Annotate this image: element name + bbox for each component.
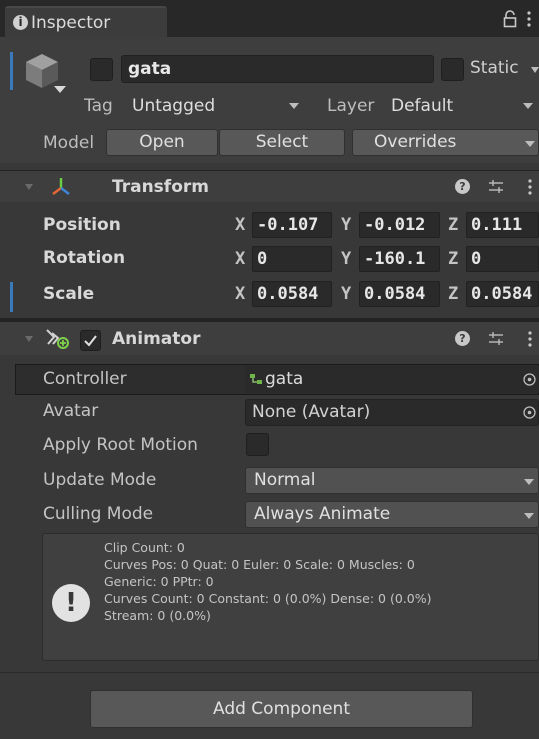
animator-info-text: Clip Count: 0 Curves Pos: 0 Quat: 0 Eule… (104, 539, 536, 624)
scale-z-axis[interactable]: Z (448, 281, 458, 307)
culling-mode-label: Culling Mode (43, 504, 154, 524)
scale-x-field[interactable]: 0.0584 (252, 281, 332, 307)
avatar-value: None (Avatar) (252, 402, 371, 422)
animator-enabled-checkbox[interactable] (80, 330, 101, 351)
static-label[interactable]: Static (470, 58, 519, 78)
open-button-label: Open (139, 132, 185, 152)
chevron-down-icon (523, 103, 533, 109)
scale-label: Scale (43, 284, 95, 304)
scale-z-field[interactable]: 0.0584 (466, 281, 539, 307)
component-menu-icon[interactable] (527, 178, 533, 196)
controller-value: gata (265, 369, 304, 389)
object-picker-icon[interactable] (523, 373, 536, 386)
position-x-field[interactable]: -0.107 (252, 212, 332, 238)
add-component-button[interactable]: Add Component (90, 690, 473, 728)
apply-root-motion-checkbox[interactable] (246, 433, 269, 456)
animator-icon (46, 329, 69, 349)
layer-dropdown[interactable]: Default (385, 93, 539, 119)
inspector-tab[interactable]: i Inspector (5, 6, 167, 37)
scale-y-axis[interactable]: Y (341, 281, 351, 307)
object-name-field[interactable]: gata (121, 55, 434, 83)
prefab-cube-icon[interactable] (22, 50, 68, 96)
rotation-x-field[interactable]: 0 (252, 246, 332, 272)
avatar-field[interactable]: None (Avatar) (245, 399, 539, 426)
inspector-tab-label: Inspector (31, 13, 111, 33)
chevron-down-icon (525, 141, 535, 147)
checkmark-icon (84, 335, 97, 347)
layer-label: Layer (327, 96, 375, 116)
component-menu-icon[interactable] (527, 330, 533, 348)
rotation-y-field[interactable]: -160.1 (359, 246, 440, 272)
rotation-y-axis[interactable]: Y (341, 246, 351, 272)
foldout-arrow-icon[interactable] (25, 184, 33, 190)
clip-count-line: Clip Count: 0 (104, 540, 185, 555)
static-checkbox[interactable] (441, 58, 464, 81)
rotation-z-axis[interactable]: Z (448, 246, 458, 272)
tag-value: Untagged (132, 96, 216, 116)
presets-icon[interactable] (488, 331, 504, 347)
position-z-axis[interactable]: Z (448, 212, 458, 238)
scale-x-axis[interactable]: X (235, 281, 245, 307)
static-dropdown-caret-icon[interactable] (531, 67, 539, 73)
layer-value: Default (391, 96, 454, 116)
chevron-down-icon (524, 479, 534, 485)
select-button-label: Select (255, 132, 309, 152)
overrides-dropdown[interactable]: Overrides (352, 129, 539, 156)
transform-icon (52, 178, 70, 195)
controller-label: Controller (43, 369, 127, 389)
stream-line: Stream: 0 (0.0%) (104, 608, 211, 623)
rotation-x-axis[interactable]: X (235, 246, 245, 272)
scale-y-field[interactable]: 0.0584 (359, 281, 440, 307)
selection-accent (10, 52, 13, 90)
kebab-menu-icon[interactable] (526, 10, 532, 28)
position-y-field[interactable]: -0.012 (359, 212, 440, 238)
help-icon[interactable]: ? (455, 179, 470, 194)
animator-controller-icon (250, 374, 262, 384)
update-mode-value: Normal (254, 470, 316, 490)
lock-icon[interactable] (503, 10, 517, 28)
add-component-label: Add Component (212, 699, 350, 719)
tag-label: Tag (84, 96, 113, 116)
overrides-label: Overrides (374, 132, 457, 152)
rotation-z-field[interactable]: 0 (466, 246, 539, 272)
info-exclamation-icon: ! (52, 584, 90, 622)
transform-accent (10, 282, 13, 312)
curves-count-line: Curves Count: 0 Constant: 0 (0.0%) Dense… (104, 591, 432, 606)
controller-field[interactable]: gata (245, 366, 539, 393)
model-label: Model (43, 133, 95, 153)
chevron-down-icon (289, 103, 299, 109)
generic-line: Generic: 0 PPtr: 0 (104, 574, 214, 589)
animator-title: Animator (112, 329, 201, 349)
foldout-arrow-icon[interactable] (25, 336, 33, 342)
apply-root-motion-label: Apply Root Motion (43, 435, 198, 455)
open-button[interactable]: Open (106, 129, 218, 156)
culling-mode-dropdown[interactable]: Always Animate (245, 501, 539, 528)
position-z-field[interactable]: 0.111 (466, 212, 539, 238)
rotation-label: Rotation (43, 248, 126, 268)
position-y-axis[interactable]: Y (341, 212, 351, 238)
select-button[interactable]: Select (219, 129, 345, 156)
update-mode-dropdown[interactable]: Normal (245, 467, 539, 494)
position-x-axis[interactable]: X (235, 212, 245, 238)
presets-icon[interactable] (488, 179, 504, 195)
culling-mode-value: Always Animate (254, 504, 391, 524)
object-picker-icon[interactable] (523, 406, 536, 419)
add-component-divider (0, 672, 539, 673)
info-icon: i (13, 15, 28, 30)
chevron-down-icon (524, 513, 534, 519)
active-toggle-checkbox[interactable] (90, 58, 113, 81)
position-label: Position (43, 215, 121, 235)
tag-dropdown[interactable]: Untagged (126, 93, 312, 119)
curves-pos-line: Curves Pos: 0 Quat: 0 Euler: 0 Scale: 0 … (104, 557, 415, 572)
avatar-label: Avatar (43, 401, 99, 421)
help-icon[interactable]: ? (455, 331, 470, 346)
transform-title: Transform (112, 177, 209, 197)
update-mode-label: Update Mode (43, 470, 157, 490)
